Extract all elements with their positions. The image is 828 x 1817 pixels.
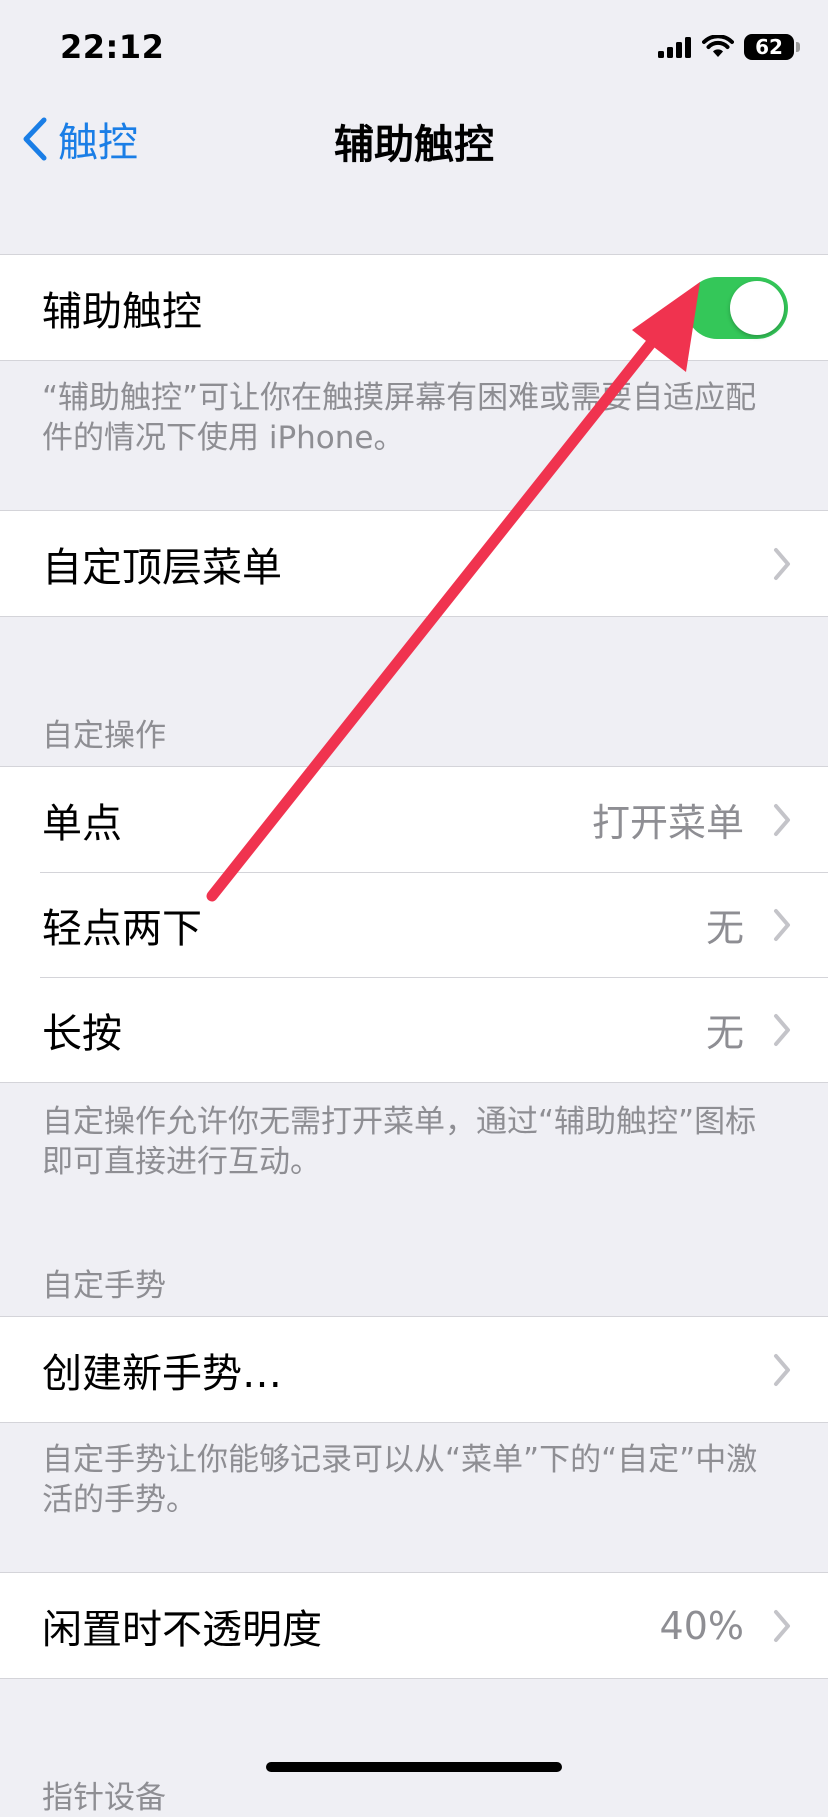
chevron-right-icon — [774, 1014, 790, 1046]
double-tap-label: 轻点两下 — [42, 905, 202, 952]
status-bar: 22:12 62 — [0, 0, 828, 100]
long-press-row[interactable]: 长按 无 — [0, 977, 828, 1082]
long-press-label: 长按 — [42, 1010, 122, 1057]
assistive-touch-label: 辅助触控 — [42, 288, 202, 335]
status-time: 22:12 — [60, 28, 165, 66]
assistive-touch-group: 辅助触控 — [0, 254, 828, 361]
single-tap-row[interactable]: 单点 打开菜单 — [0, 767, 828, 872]
chevron-right-icon — [774, 909, 790, 941]
long-press-value: 无 — [705, 1011, 744, 1055]
idle-opacity-group: 闲置时不透明度 40% — [0, 1572, 828, 1679]
top-menu-group: 自定顶层菜单 — [0, 510, 828, 617]
custom-gestures-group: 创建新手势… — [0, 1316, 828, 1423]
double-tap-value: 无 — [705, 906, 744, 950]
battery-level: 62 — [755, 35, 783, 59]
idle-opacity-label: 闲置时不透明度 — [42, 1606, 322, 1653]
wifi-icon — [702, 35, 734, 57]
home-indicator — [266, 1762, 562, 1772]
single-tap-value: 打开菜单 — [591, 801, 744, 845]
idle-opacity-row[interactable]: 闲置时不透明度 40% — [0, 1573, 828, 1678]
customize-top-menu-row[interactable]: 自定顶层菜单 — [0, 511, 828, 616]
custom-gestures-footnote: 自定手势让你能够记录可以从“菜单”下的“自定”中激活的手势。 — [42, 1442, 758, 1518]
cellular-signal-icon — [658, 37, 691, 58]
chevron-right-icon — [774, 548, 790, 580]
navigation-bar: 触控 辅助触控 — [0, 100, 828, 180]
idle-opacity-value: 40% — [659, 1603, 744, 1648]
chevron-right-icon — [774, 1610, 790, 1642]
assistive-touch-row: 辅助触控 — [0, 255, 828, 360]
custom-actions-group: 单点 打开菜单 轻点两下 无 长按 无 — [0, 766, 828, 1083]
toggle-knob — [730, 281, 784, 335]
battery-icon: 62 — [744, 34, 800, 60]
pointer-devices-header: 指针设备 — [42, 1780, 166, 1816]
custom-actions-footnote: 自定操作允许你无需打开菜单，通过“辅助触控”图标即可直接进行互动。 — [42, 1104, 757, 1180]
create-new-gesture-row[interactable]: 创建新手势… — [0, 1317, 828, 1422]
assistive-touch-toggle[interactable] — [686, 277, 788, 339]
chevron-right-icon — [774, 804, 790, 836]
customize-top-menu-label: 自定顶层菜单 — [42, 544, 282, 591]
custom-actions-header: 自定操作 — [42, 718, 166, 754]
assistive-touch-footnote: “辅助触控”可让你在触摸屏幕有困难或需要自适应配件的情况下使用 iPhone。 — [42, 380, 757, 456]
custom-gestures-header: 自定手势 — [42, 1268, 166, 1304]
double-tap-row[interactable]: 轻点两下 无 — [0, 872, 828, 977]
page-title: 辅助触控 — [334, 122, 494, 168]
create-new-gesture-label: 创建新手势… — [42, 1350, 282, 1397]
chevron-right-icon — [774, 1354, 790, 1386]
single-tap-label: 单点 — [42, 800, 122, 847]
